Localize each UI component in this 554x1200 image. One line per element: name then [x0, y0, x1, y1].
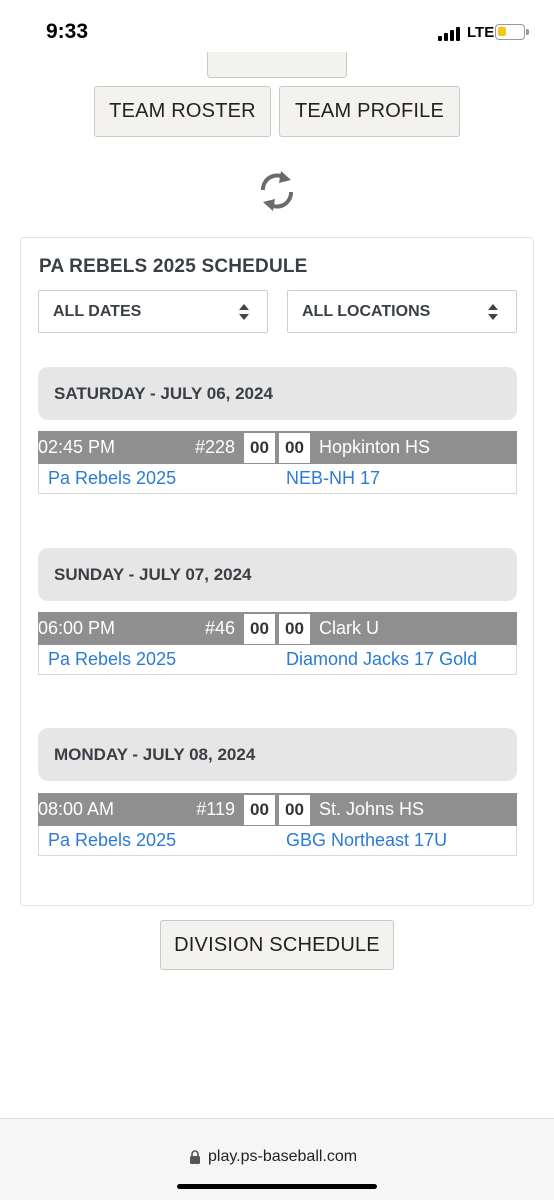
- game-time: 02:45 PM: [38, 437, 116, 457]
- game-teams: Pa Rebels 2025 Diamond Jacks 17 Gold: [38, 645, 517, 675]
- date-filter-value: ALL DATES: [53, 302, 142, 320]
- url-text[interactable]: play.ps-baseball.com: [208, 1148, 357, 1166]
- away-score: 00: [279, 614, 310, 644]
- game-location: Hopkinton HS: [319, 437, 431, 457]
- home-team-link[interactable]: Pa Rebels 2025: [48, 468, 176, 489]
- home-team-link[interactable]: Pa Rebels 2025: [48, 830, 176, 851]
- schedule-title: PA REBELS 2025 SCHEDULE: [39, 256, 308, 277]
- game-row[interactable]: 06:00 PM #46 00 00 Clark U Pa Rebels 202…: [38, 612, 517, 675]
- game-number: #119: [196, 799, 235, 819]
- refresh-icon[interactable]: [255, 168, 299, 214]
- game-row[interactable]: 08:00 AM #119 00 00 St. Johns HS Pa Rebe…: [38, 793, 517, 856]
- network-type: LTE: [467, 24, 495, 41]
- day-header: SUNDAY - JULY 07, 2024: [38, 548, 517, 601]
- away-team-link[interactable]: Diamond Jacks 17 Gold: [286, 649, 477, 670]
- game-teams: Pa Rebels 2025 NEB-NH 17: [38, 464, 517, 494]
- lock-icon: [190, 1150, 200, 1164]
- location-filter-value: ALL LOCATIONS: [302, 302, 431, 320]
- sort-arrows-icon: [488, 304, 498, 320]
- game-location: St. Johns HS: [319, 799, 425, 819]
- home-indicator[interactable]: [177, 1184, 377, 1189]
- battery-icon: [495, 24, 529, 40]
- team-profile-button[interactable]: TEAM PROFILE: [279, 86, 460, 137]
- day-header: SATURDAY - JULY 06, 2024: [38, 367, 517, 420]
- game-info-bar: 06:00 PM #46 00 00 Clark U: [38, 612, 517, 645]
- home-score: 00: [244, 795, 275, 825]
- location-filter-select[interactable]: ALL LOCATIONS: [287, 290, 517, 333]
- game-info-bar: 02:45 PM #228 00 00 Hopkinton HS: [38, 431, 517, 464]
- away-score: 00: [279, 795, 310, 825]
- game-number: #46: [204, 618, 235, 638]
- game-location: Clark U: [319, 618, 380, 638]
- away-team-link[interactable]: NEB-NH 17: [286, 468, 380, 489]
- home-score: 00: [244, 433, 275, 463]
- date-filter-select[interactable]: ALL DATES: [38, 290, 268, 333]
- game-number: #228: [194, 437, 235, 457]
- away-score: 00: [279, 433, 310, 463]
- game-time: 06:00 PM: [38, 618, 116, 638]
- cutoff-button[interactable]: [207, 52, 347, 78]
- status-time: 9:33: [46, 20, 89, 43]
- signal-icon: [438, 25, 464, 41]
- game-info-bar: 08:00 AM #119 00 00 St. Johns HS: [38, 793, 517, 826]
- away-team-link[interactable]: GBG Northeast 17U: [286, 830, 447, 851]
- game-row[interactable]: 02:45 PM #228 00 00 Hopkinton HS Pa Rebe…: [38, 431, 517, 494]
- game-time: 08:00 AM: [38, 799, 115, 819]
- division-schedule-button[interactable]: DIVISION SCHEDULE: [160, 920, 394, 970]
- home-team-link[interactable]: Pa Rebels 2025: [48, 649, 176, 670]
- schedule-panel: PA REBELS 2025 SCHEDULE ALL DATES ALL LO…: [20, 237, 534, 906]
- day-header: MONDAY - JULY 08, 2024: [38, 728, 517, 781]
- game-teams: Pa Rebels 2025 GBG Northeast 17U: [38, 826, 517, 856]
- home-score: 00: [244, 614, 275, 644]
- sort-arrows-icon: [239, 304, 249, 320]
- team-roster-button[interactable]: TEAM ROSTER: [94, 86, 271, 137]
